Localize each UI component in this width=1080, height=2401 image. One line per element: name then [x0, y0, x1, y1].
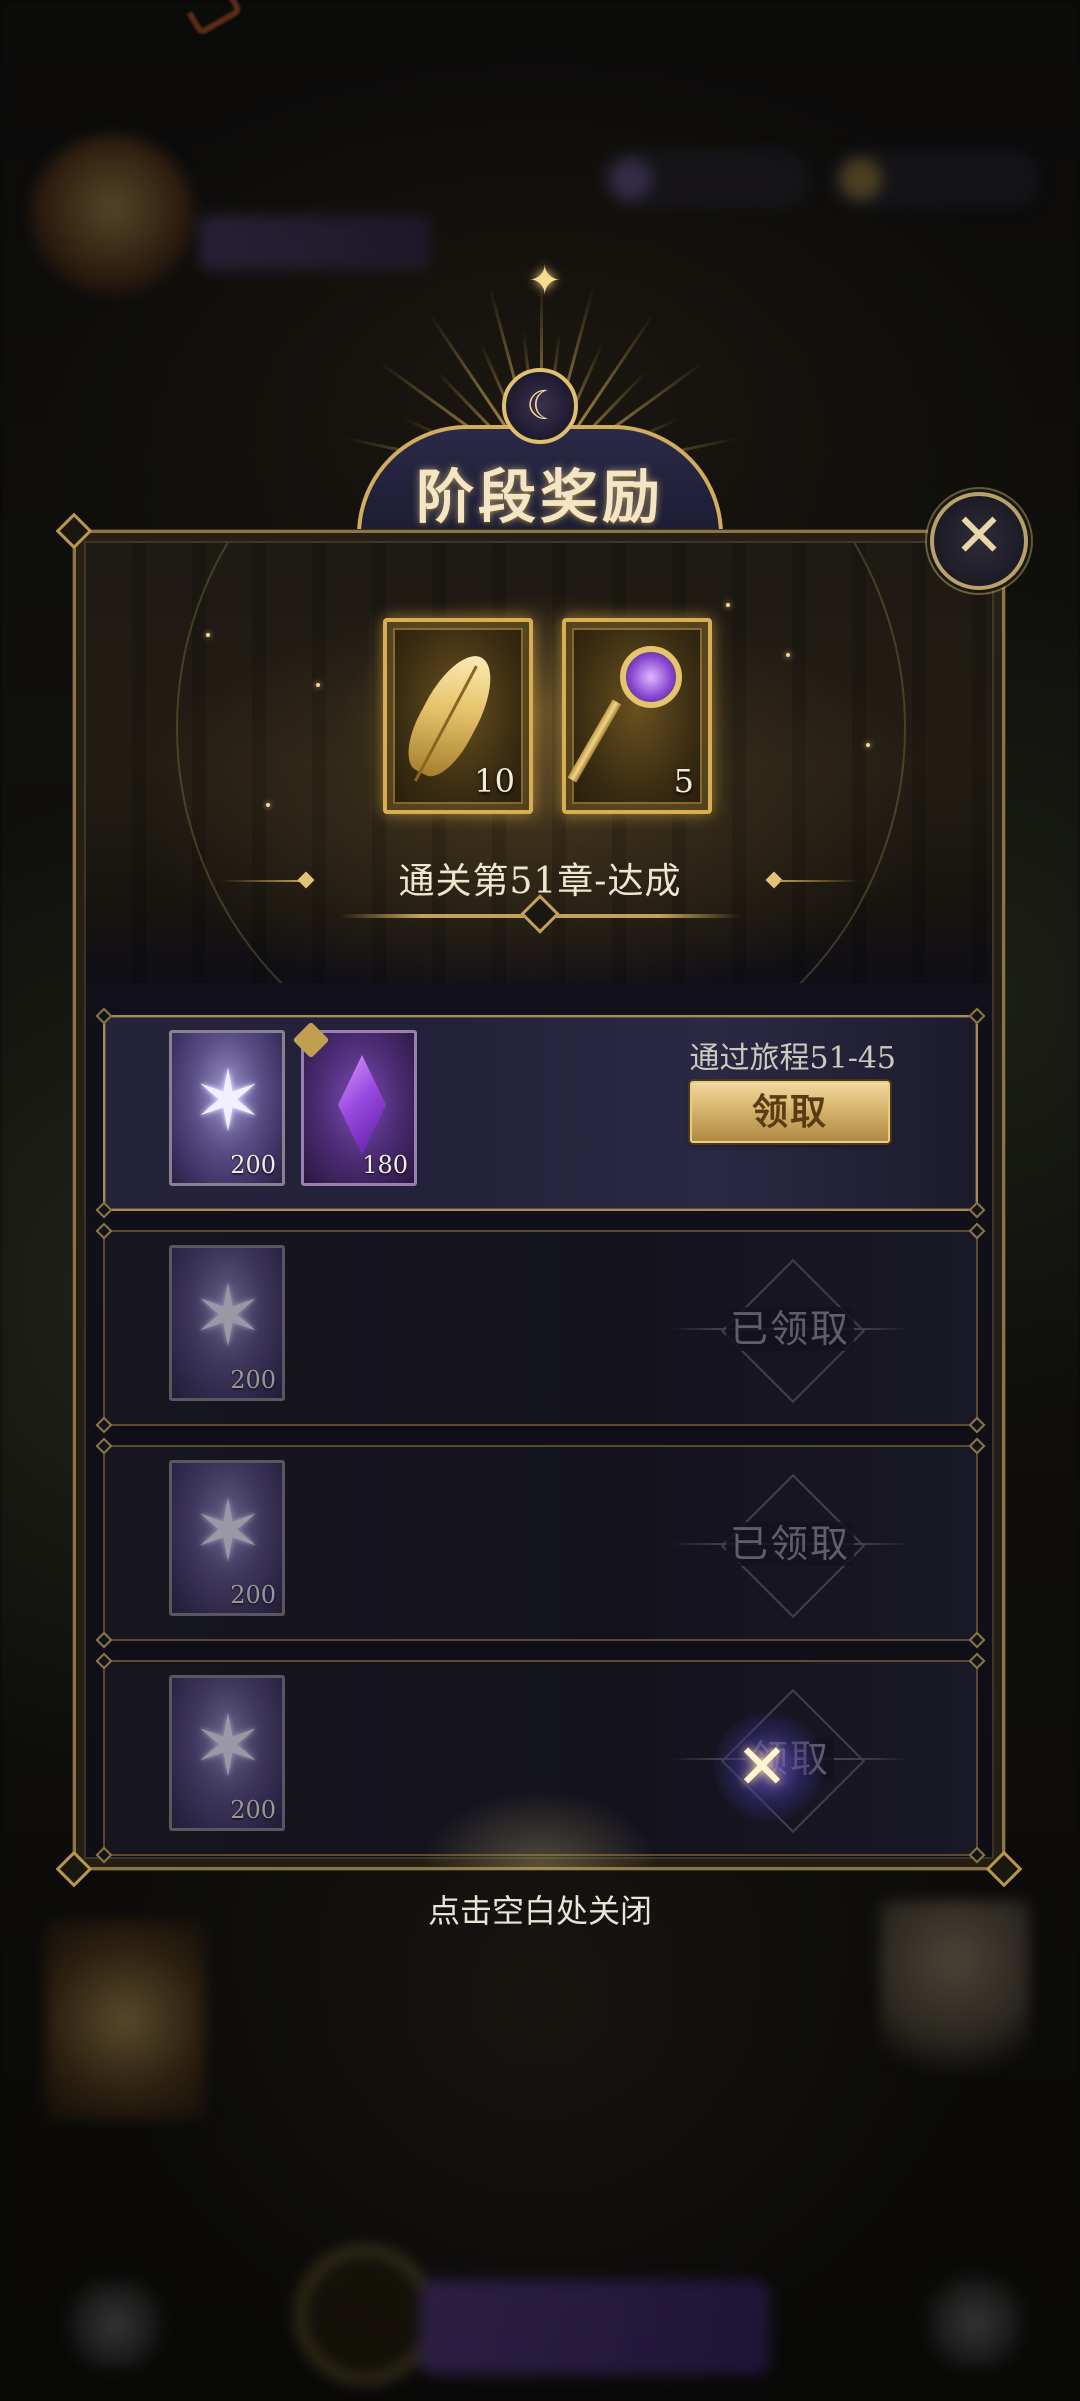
- item-qty: 200: [230, 1366, 276, 1394]
- sparkle: [866, 743, 870, 747]
- sparkle: [786, 653, 790, 657]
- ornament-line: [780, 880, 860, 882]
- sparkle-star-icon: ✦: [528, 258, 562, 304]
- crystal-star-icon: ✶: [192, 1482, 264, 1580]
- item-qty: 200: [230, 1151, 276, 1179]
- key-shaft: [567, 699, 622, 783]
- reward-row: ✶ 200 180 通过旅程51-45 领取: [95, 1007, 986, 1219]
- close-icon: ✕: [953, 501, 1005, 571]
- reward-item[interactable]: ✶ 200: [169, 1030, 285, 1186]
- reward-item[interactable]: ✶ 200: [169, 1675, 285, 1831]
- item-qty: 200: [230, 1581, 276, 1609]
- reward-count: 10: [474, 762, 515, 800]
- item-qty: 200: [230, 1796, 276, 1824]
- reward-item[interactable]: ✶ 200: [169, 1245, 285, 1401]
- sparkle: [726, 603, 730, 607]
- crescent-moon-icon: ☾: [502, 368, 578, 444]
- reward-item[interactable]: ✶ 200: [169, 1460, 285, 1616]
- reward-count: 5: [673, 762, 694, 800]
- row-condition: 通过旅程51-45: [689, 1041, 896, 1076]
- sparkle-effect-icon: ✕: [714, 1712, 824, 1822]
- puzzle-badge-icon: [292, 1021, 330, 1059]
- stage-reward-card[interactable]: 10: [383, 618, 533, 814]
- sparkle: [206, 633, 210, 637]
- claimed-stamp: 已领取: [670, 1286, 910, 1372]
- crystal-star-icon: ✶: [192, 1267, 264, 1365]
- crystal-star-icon: ✶: [192, 1052, 264, 1150]
- reward-row: ✶ 200 已领取: [95, 1437, 986, 1649]
- claimed-label: 已领取: [725, 1307, 854, 1351]
- bottom-glow: [420, 1790, 660, 1870]
- item-qty: 180: [362, 1151, 408, 1179]
- claimed-stamp: 已领取: [670, 1501, 910, 1587]
- dialog-title: 阶段奖励: [415, 463, 664, 531]
- close-hint[interactable]: 点击空白处关闭: [0, 1886, 1080, 1932]
- jeweled-key-icon: [620, 646, 682, 708]
- crystal-star-icon: ✶: [192, 1697, 264, 1795]
- ornament-line: [220, 880, 300, 882]
- claimed-label: 已领取: [725, 1522, 854, 1566]
- sparkle: [316, 683, 320, 687]
- claim-button[interactable]: 领取: [690, 1081, 890, 1143]
- sparkle: [266, 803, 270, 807]
- reward-item[interactable]: 180: [292, 1021, 417, 1186]
- stage-reward-card[interactable]: 5: [562, 618, 712, 814]
- close-button[interactable]: ✕: [930, 492, 1028, 590]
- purple-gem-icon: [338, 1055, 386, 1155]
- reward-row: ✶ 200 已领取: [95, 1222, 986, 1434]
